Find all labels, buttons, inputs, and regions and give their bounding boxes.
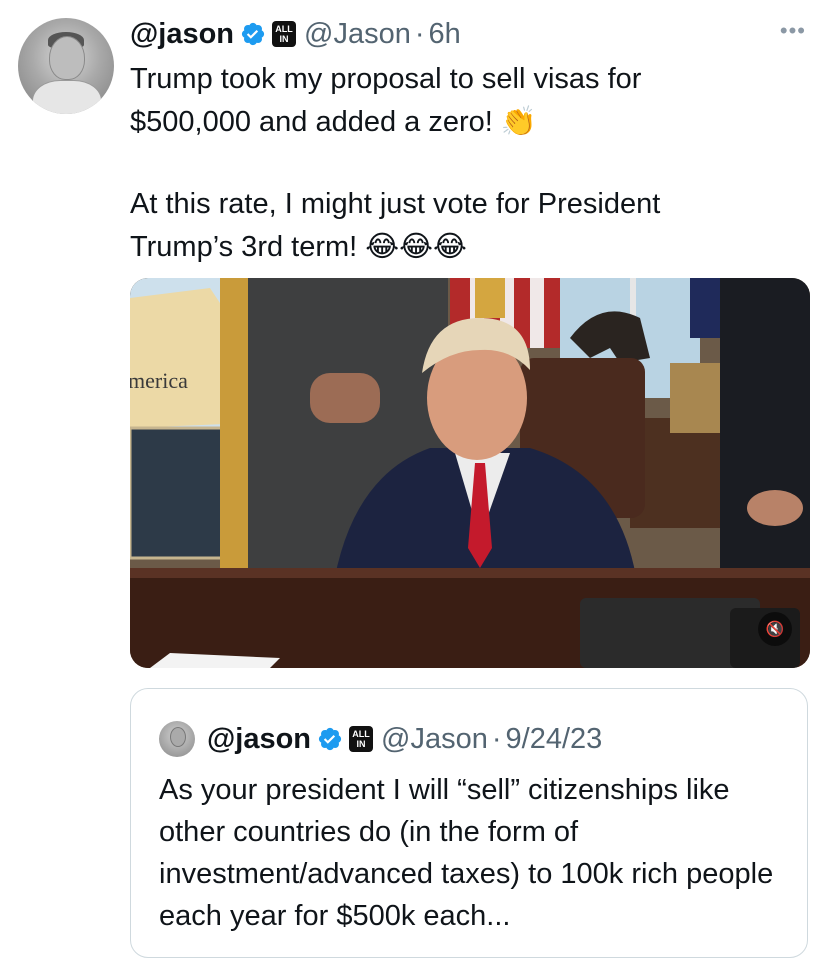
video-frame: merica [130, 278, 810, 668]
quoted-author-handle[interactable]: @Jason [381, 723, 488, 756]
author-handle[interactable]: @Jason [304, 18, 411, 51]
tweet-video[interactable]: merica 🔇 [130, 278, 810, 668]
tweet-header: @jason ALL IN @Jason · 6h [130, 14, 461, 54]
author-display-name[interactable]: @jason [130, 18, 234, 51]
quoted-tweet[interactable]: @jason ALL IN @Jason · 9/24/23 As your pr… [130, 688, 808, 958]
tweet-text-line: $500,000 and added a zero! 👏 [130, 104, 537, 138]
verified-badge-icon [241, 22, 265, 46]
mute-icon[interactable]: 🔇 [758, 612, 792, 646]
quoted-author-avatar[interactable] [159, 721, 195, 757]
tweet-text: Trump took my proposal to sell visas for… [130, 58, 770, 268]
quoted-author-display-name[interactable]: @jason [207, 723, 311, 756]
quoted-tweet-header: @jason ALL IN @Jason · 9/24/23 [159, 719, 602, 759]
tweet-text-line: Trump took my proposal to sell visas for [130, 63, 642, 95]
tweet-text-line: Trump’s 3rd term! 😂😂😂 [130, 229, 467, 263]
laughing-emoji: 😂😂😂 [365, 229, 467, 263]
separator-dot: · [491, 722, 502, 755]
verified-badge-icon [318, 727, 342, 751]
all-in-badge-icon: ALL IN [349, 726, 374, 752]
map-label: merica [130, 368, 188, 393]
quoted-tweet-date[interactable]: 9/24/23 [506, 723, 603, 756]
tweet-text-line: At this rate, I might just vote for Pres… [130, 188, 661, 220]
clapping-hands-emoji: 👏 [500, 104, 537, 138]
author-avatar[interactable] [18, 18, 114, 114]
all-in-badge-icon: ALL IN [272, 21, 297, 47]
quoted-tweet-text: As your president I will “sell” citizens… [159, 774, 774, 932]
separator-dot: · [414, 17, 425, 50]
tweet-timestamp[interactable]: 6h [429, 18, 461, 51]
more-options-icon[interactable]: ••• [780, 18, 806, 44]
